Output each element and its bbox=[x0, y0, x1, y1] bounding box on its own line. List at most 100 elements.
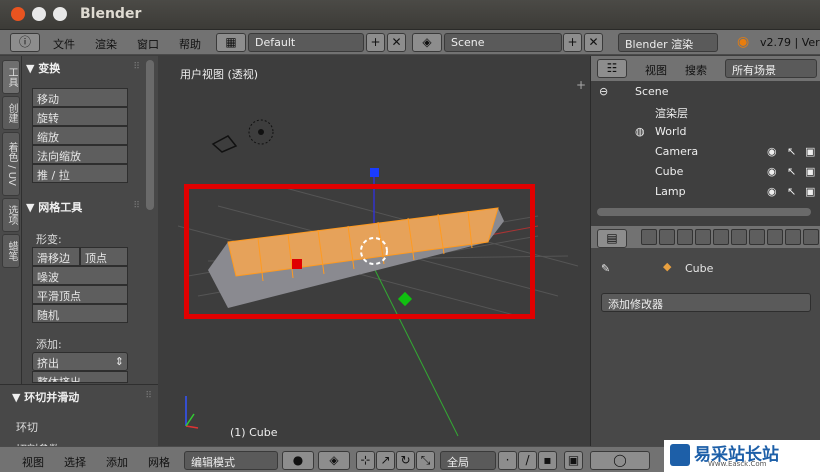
minimize-window-button[interactable] bbox=[32, 7, 46, 21]
lamp-label: Lamp bbox=[655, 185, 686, 198]
edge-select-icon[interactable]: / bbox=[518, 451, 537, 470]
render-camera-icon[interactable]: ▣ bbox=[805, 165, 815, 178]
screen-layout-icon[interactable]: ▦ bbox=[216, 33, 246, 52]
renderlayer-tab-icon[interactable] bbox=[659, 229, 675, 245]
tab-shading-uv[interactable]: 着色 / UV bbox=[2, 132, 20, 196]
pin-icon[interactable]: ✎ bbox=[601, 262, 610, 275]
push-pull-button[interactable]: 推 / 拉 bbox=[32, 164, 128, 183]
menu-mesh[interactable]: 网格 bbox=[148, 454, 170, 470]
add-scene-button[interactable]: + bbox=[563, 33, 582, 52]
translate-manipulator-icon[interactable]: ↗ bbox=[376, 451, 395, 470]
tab-create[interactable]: 创建 bbox=[2, 96, 20, 130]
face-select-icon[interactable]: ▪ bbox=[538, 451, 557, 470]
menu-view[interactable]: 视图 bbox=[22, 454, 44, 470]
select-cursor-icon[interactable]: ↖ bbox=[787, 185, 796, 198]
scene-field[interactable]: Scene bbox=[444, 33, 562, 52]
scene-tab-icon[interactable] bbox=[677, 229, 693, 245]
add-label: 添加: bbox=[36, 338, 62, 351]
outliner-row-renderlayers[interactable]: 渲染层 bbox=[591, 102, 820, 122]
visibility-eye-icon[interactable]: ◉ bbox=[767, 185, 777, 198]
transform-panel-header[interactable]: ▼ 变换 bbox=[26, 60, 60, 76]
menu-window[interactable]: 窗口 bbox=[137, 36, 159, 52]
properties-editor-icon[interactable]: ▤ bbox=[597, 229, 627, 248]
viewport-shading-dropdown[interactable]: ● bbox=[282, 451, 314, 470]
mode-dropdown[interactable]: 编辑模式 bbox=[184, 451, 278, 470]
remove-layout-button[interactable]: ✕ bbox=[387, 33, 406, 52]
last-operator-panel: ▼ 环切并滑动 ⠿ 环切 切割参数 bbox=[0, 384, 158, 447]
tab-tools[interactable]: 工具 bbox=[2, 60, 20, 94]
world-tab-icon[interactable] bbox=[695, 229, 711, 245]
object-tab-icon[interactable] bbox=[713, 229, 729, 245]
screen-layout-field[interactable]: Default bbox=[248, 33, 364, 52]
outliner-menu-view[interactable]: 视图 bbox=[645, 62, 667, 78]
panel-grip-icon[interactable]: ⠿ bbox=[145, 391, 152, 401]
transform-orientation-dropdown[interactable]: 全局 bbox=[440, 451, 496, 470]
mesh-tools-panel-header[interactable]: ▼ 网格工具 bbox=[26, 199, 82, 215]
noise-button[interactable]: 噪波 bbox=[32, 266, 128, 285]
modifier-wrench-icon[interactable] bbox=[749, 229, 765, 245]
render-engine-dropdown[interactable]: Blender 渲染 bbox=[618, 33, 718, 52]
extrude-individual-button[interactable]: 整体挤出 bbox=[32, 371, 128, 383]
scale-manipulator-icon[interactable]: ⤡ bbox=[416, 451, 435, 470]
tab-grease-pencil[interactable]: 蜡笔 bbox=[2, 234, 20, 268]
occlude-geometry-icon[interactable]: ▣ bbox=[564, 451, 583, 470]
select-cursor-icon[interactable]: ↖ bbox=[787, 145, 796, 158]
manipulator-toggle-icon[interactable]: ⊹ bbox=[356, 451, 375, 470]
menu-select[interactable]: 选择 bbox=[64, 454, 86, 470]
camera-object-icon[interactable] bbox=[211, 135, 238, 153]
vertex-select-icon[interactable]: · bbox=[498, 451, 517, 470]
menu-render[interactable]: 渲染 bbox=[95, 36, 117, 52]
editor-type-info-icon[interactable]: ⓘ bbox=[10, 33, 40, 52]
rotate-button[interactable]: 旋转 bbox=[32, 107, 128, 126]
scale-button[interactable]: 缩放 bbox=[32, 126, 128, 145]
pivot-point-dropdown[interactable]: ◈ bbox=[318, 451, 350, 470]
camera-label: Camera bbox=[655, 145, 699, 158]
window-titlebar: Blender bbox=[0, 0, 820, 30]
remove-scene-button[interactable]: ✕ bbox=[584, 33, 603, 52]
move-button[interactable]: 移动 bbox=[32, 88, 128, 107]
maximize-window-button[interactable] bbox=[53, 7, 67, 21]
material-tab-icon[interactable] bbox=[785, 229, 801, 245]
edge-slide-button[interactable]: 滑移边 bbox=[32, 247, 80, 266]
scene-icon[interactable]: ◈ bbox=[412, 33, 442, 52]
render-camera-icon[interactable]: ▣ bbox=[805, 145, 815, 158]
shrink-fatten-button[interactable]: 法向缩放 bbox=[32, 145, 128, 164]
panel-grip-icon[interactable]: ⠿ bbox=[133, 62, 140, 72]
visibility-eye-icon[interactable]: ◉ bbox=[767, 145, 777, 158]
outliner-filter-dropdown[interactable]: 所有场景 bbox=[725, 59, 817, 78]
menu-help[interactable]: 帮助 bbox=[179, 36, 201, 52]
outliner-panel: ☷ 视图 搜索 所有场景 ⊖ Scene 渲染层 ◍ World Camera ◉ ↖ ▣… bbox=[590, 56, 820, 226]
extrude-dropdown[interactable]: 挤出 ⇕ bbox=[32, 352, 128, 371]
panel-grip-icon[interactable]: ⠿ bbox=[133, 201, 140, 211]
outliner-row-lamp[interactable]: Lamp ◉ ↖ ▣ bbox=[591, 182, 820, 202]
outliner-row-world[interactable]: ◍ World bbox=[591, 122, 820, 142]
proportional-editing-icon[interactable]: ◯ bbox=[590, 451, 650, 470]
outliner-row-scene[interactable]: ⊖ Scene bbox=[591, 82, 820, 102]
select-cursor-icon[interactable]: ↖ bbox=[787, 165, 796, 178]
menu-add[interactable]: 添加 bbox=[106, 454, 128, 470]
outliner-scrollbar[interactable] bbox=[597, 208, 811, 216]
vertex-slide-button[interactable]: 顶点 bbox=[80, 247, 128, 266]
visibility-eye-icon[interactable]: ◉ bbox=[767, 165, 777, 178]
rotate-manipulator-icon[interactable]: ↻ bbox=[396, 451, 415, 470]
outliner-menu-search[interactable]: 搜索 bbox=[685, 62, 707, 78]
texture-tab-icon[interactable] bbox=[803, 229, 819, 245]
close-window-button[interactable] bbox=[11, 7, 25, 21]
outliner-row-camera[interactable]: Camera ◉ ↖ ▣ bbox=[591, 142, 820, 162]
collapse-icon[interactable]: ⊖ bbox=[599, 85, 608, 98]
tab-options[interactable]: 选项 bbox=[2, 198, 20, 232]
render-tab-icon[interactable] bbox=[641, 229, 657, 245]
menu-file[interactable]: 文件 bbox=[53, 36, 75, 52]
outliner-editor-icon[interactable]: ☷ bbox=[597, 59, 627, 78]
constraints-tab-icon[interactable] bbox=[731, 229, 747, 245]
z-gizmo-handle[interactable] bbox=[370, 168, 379, 177]
tool-shelf-scrollbar[interactable] bbox=[146, 60, 154, 210]
randomize-button[interactable]: 随机 bbox=[32, 304, 128, 323]
add-modifier-dropdown[interactable]: 添加修改器 bbox=[601, 293, 811, 312]
loop-cut-header[interactable]: ▼ 环切并滑动 bbox=[12, 389, 79, 405]
outliner-row-cube[interactable]: Cube ◉ ↖ ▣ bbox=[591, 162, 820, 182]
add-layout-button[interactable]: + bbox=[366, 33, 385, 52]
render-camera-icon[interactable]: ▣ bbox=[805, 185, 815, 198]
smooth-vertex-button[interactable]: 平滑顶点 bbox=[32, 285, 128, 304]
data-tab-icon[interactable] bbox=[767, 229, 783, 245]
